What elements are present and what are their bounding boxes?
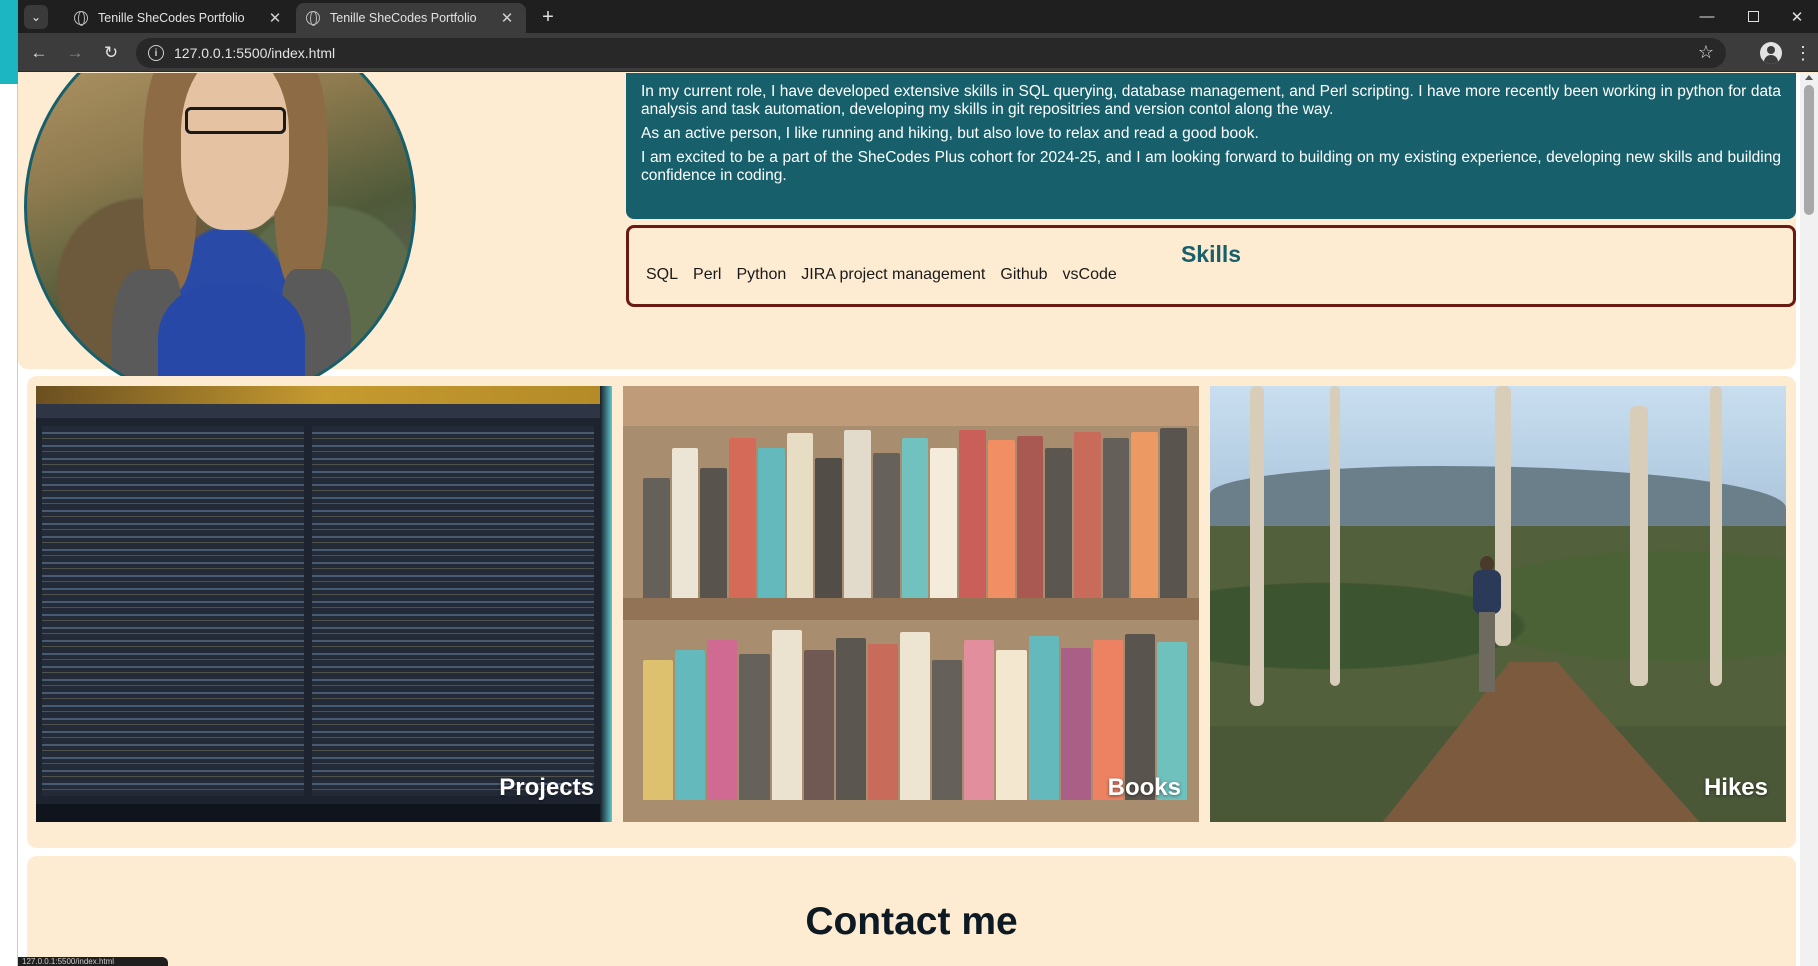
skills-box: Skills SQL Perl Python JIRA project mana… [626,225,1796,307]
tree-trunk [1250,386,1264,706]
reload-icon[interactable]: ↻ [98,40,124,66]
page-viewport: In my current role, I have developed ext… [18,73,1818,966]
link-status-bubble: 127.0.0.1:5500/index.html [18,957,168,966]
maximize-icon [1747,11,1759,22]
about-paragraph: As an active person, I like running and … [641,125,1259,142]
globe-icon [306,11,320,26]
skill-item: vsCode [1062,266,1117,283]
projects-card[interactable]: Projects [36,386,612,822]
tab-inactive[interactable]: Tenille SheCodes Portfolio ✕ [64,3,294,33]
skills-list: SQL Perl Python JIRA project management … [646,266,1132,284]
skill-item: JIRA project management [801,266,986,283]
background-window-teal [0,0,18,84]
hiker-backpack [1473,570,1501,614]
minimize-button[interactable]: — [1684,0,1730,33]
about-paragraph: In my current role, I have developed ext… [641,83,1781,118]
projects-photo-edge [600,386,612,822]
tree-trunk [1330,386,1340,686]
profile-icon[interactable] [1760,42,1782,64]
tab-active[interactable]: Tenille SheCodes Portfolio ✕ [296,3,526,33]
tab-title: Tenille SheCodes Portfolio [98,11,245,25]
projects-photo-taskbar [36,804,612,822]
site-info-icon[interactable]: i [148,45,164,61]
contact-heading: Contact me [805,900,1018,943]
tab-title: Tenille SheCodes Portfolio [330,11,477,25]
page-scrollbar[interactable] [1800,73,1818,966]
books-card-label[interactable]: Books [1108,774,1181,802]
contact-section: Contact me [27,856,1796,966]
tree-trunk [1630,406,1648,686]
projects-photo-pane [42,426,304,796]
new-tab-button[interactable]: + [536,5,560,29]
bookmark-star-icon[interactable]: ☆ [1698,42,1714,63]
background-window-edge [0,0,18,966]
skill-item: Github [1000,266,1048,283]
tab-search-button[interactable]: ⌄ [24,5,48,29]
skills-heading: Skills [1180,241,1242,267]
scroll-up-arrow-icon[interactable] [1805,75,1813,80]
hikes-card-label[interactable]: Hikes [1704,774,1768,802]
maximize-button[interactable] [1730,0,1776,33]
hiker-legs [1479,612,1495,692]
scrollbar-thumb[interactable] [1804,85,1814,215]
tab-close-icon[interactable]: ✕ [498,9,516,27]
browser-menu-icon[interactable]: ⋮ [1794,42,1812,64]
interests-section: Projects Books Hikes [27,376,1796,848]
back-arrow-icon[interactable]: ← [26,40,52,66]
url-text: 127.0.0.1:5500/index.html [174,45,336,61]
tree-trunk [1710,386,1722,686]
skill-item: Python [736,266,787,283]
tab-strip: ⌄ Tenille SheCodes Portfolio ✕ Tenille S… [18,0,1818,33]
browser-window: ⌄ Tenille SheCodes Portfolio ✕ Tenille S… [18,0,1818,966]
browser-toolbar: ← → ↻ i 127.0.0.1:5500/index.html ☆ ⋮ [18,33,1818,72]
projects-photo-pane [312,426,594,796]
code-lines [42,426,304,796]
globe-icon [74,11,88,26]
address-bar[interactable]: i 127.0.0.1:5500/index.html ☆ [136,38,1726,68]
skill-item: SQL [646,266,679,283]
about-me-box: In my current role, I have developed ext… [626,73,1796,219]
skill-item: Perl [693,266,722,283]
books-card[interactable]: Books [623,386,1199,822]
forward-arrow-icon[interactable]: → [62,40,88,66]
photo-face [181,73,290,231]
close-window-button[interactable]: ✕ [1774,0,1818,33]
tab-close-icon[interactable]: ✕ [266,9,284,27]
hikes-card[interactable]: Hikes [1210,386,1786,822]
hiker-figure [1470,556,1504,706]
projects-photo-titlebar [36,404,612,418]
about-paragraph: I am excited to be a part of the SheCode… [641,149,1781,184]
code-lines [312,426,594,796]
projects-card-label[interactable]: Projects [499,774,594,802]
photo-glasses [185,106,286,134]
books-photo-tint [623,386,1199,822]
portfolio-page: In my current role, I have developed ext… [18,73,1800,966]
